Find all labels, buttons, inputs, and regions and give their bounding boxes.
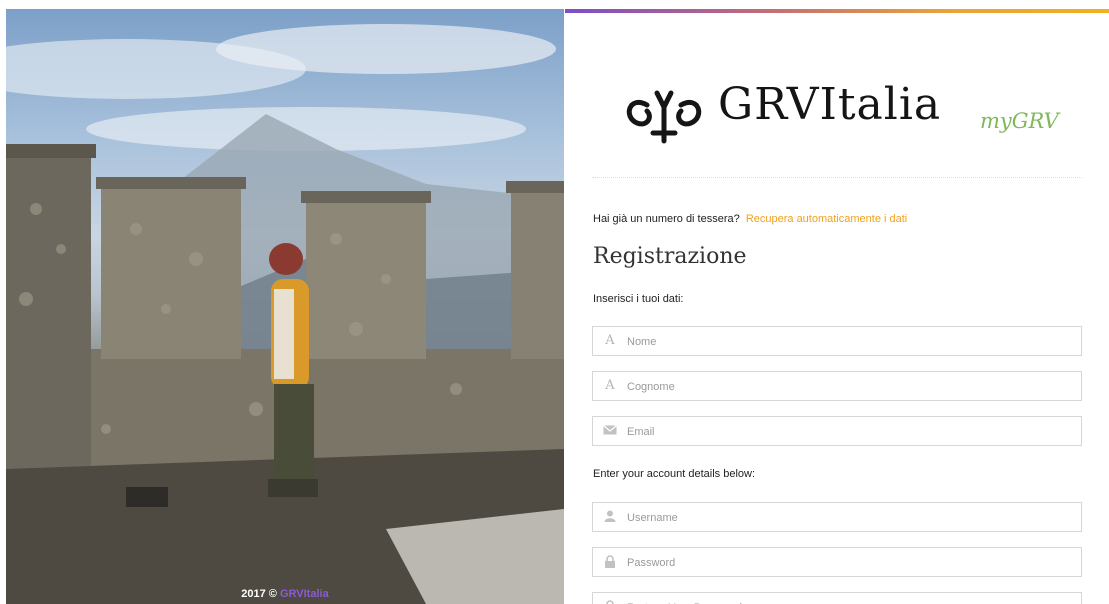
retype-password-field[interactable] <box>592 592 1082 604</box>
brand-name: GRVItalia <box>718 79 942 130</box>
username-input[interactable] <box>625 503 1069 533</box>
lock-icon <box>603 600 617 604</box>
personal-data-label: Inserisci i tuoi dati: <box>593 293 684 305</box>
top-accent-bar <box>565 9 1109 13</box>
registration-panel: GRVItalia myGRV Hai già un numero di tes… <box>565 9 1109 604</box>
retype-password-input[interactable] <box>625 593 1069 604</box>
password-input[interactable] <box>625 548 1069 578</box>
surname-field[interactable]: A <box>592 371 1082 402</box>
brand-subtitle: myGRV <box>980 109 1059 133</box>
page-title: Registrazione <box>593 244 747 269</box>
hint-text: Hai già un numero di tessera? <box>593 213 740 225</box>
username-field[interactable] <box>592 502 1082 533</box>
font-icon: A <box>605 333 615 348</box>
email-input[interactable] <box>625 417 1069 447</box>
lock-icon <box>603 555 617 569</box>
background-photo: 2017 © GRVItalia <box>6 9 564 604</box>
castle-illustration <box>6 24 564 604</box>
surname-input[interactable] <box>625 372 1069 402</box>
membership-hint: Hai già un numero di tessera? Recupera a… <box>593 213 907 225</box>
font-icon: A <box>605 378 615 393</box>
brand-logo: GRVItalia myGRV <box>615 77 1075 149</box>
name-input[interactable] <box>625 327 1069 357</box>
password-field[interactable] <box>592 547 1082 578</box>
account-details-label: Enter your account details below: <box>593 468 756 480</box>
credit-link[interactable]: GRVItalia <box>280 588 329 600</box>
recover-data-link[interactable]: Recupera automaticamente i dati <box>746 213 907 225</box>
logo-emblem-icon <box>626 90 702 144</box>
user-icon <box>603 510 617 524</box>
email-field[interactable] <box>592 416 1082 447</box>
envelope-icon <box>603 424 617 438</box>
name-field[interactable]: A <box>592 326 1082 357</box>
divider <box>592 177 1082 178</box>
photo-credit: 2017 © GRVItalia <box>6 588 564 600</box>
credit-year: 2017 © <box>241 588 277 600</box>
